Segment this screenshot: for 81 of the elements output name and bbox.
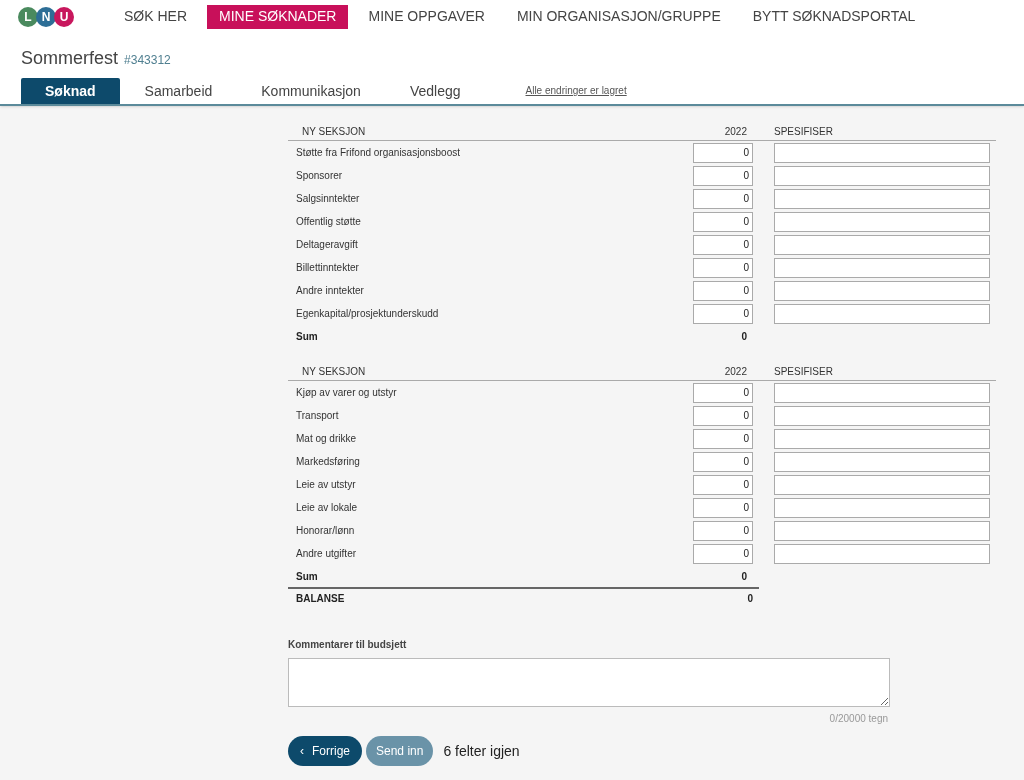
amount-field[interactable]: 0 xyxy=(693,497,753,518)
amount-field[interactable]: 0 xyxy=(693,451,753,472)
row-label: Støtte fra Frifond organisasjonsboost xyxy=(295,146,461,160)
specify-field[interactable] xyxy=(774,497,990,518)
nav-link[interactable]: SØK HER xyxy=(112,4,199,29)
tab[interactable]: Kommunikasjon xyxy=(237,78,385,104)
application-title: Sommerfest xyxy=(21,47,119,70)
sum-value: 0 xyxy=(740,569,748,584)
amount-field[interactable]: 0 xyxy=(693,257,753,278)
row-label: Egenkapital/prosjektunderskudd xyxy=(295,307,440,321)
nav-link[interactable]: MINE OPPGAVER xyxy=(356,4,497,29)
row-label: Deltageravgift xyxy=(295,238,359,252)
specify-field[interactable] xyxy=(774,280,990,301)
amount-field[interactable]: 0 xyxy=(693,520,753,541)
row-label: Markedsføring xyxy=(295,455,361,469)
back-button[interactable]: ‹ Forrige xyxy=(288,736,362,766)
row-label: Honorar/lønn xyxy=(295,524,356,538)
tab[interactable]: Samarbeid xyxy=(120,78,237,104)
balance-label: BALANSE xyxy=(296,591,345,606)
comment-field[interactable] xyxy=(288,658,890,707)
column-header: SPESIFISER xyxy=(774,365,833,379)
amount-field[interactable]: 0 xyxy=(693,303,753,324)
tab[interactable]: Søknad xyxy=(21,78,120,104)
specify-field[interactable] xyxy=(774,543,990,564)
amount-field[interactable]: 0 xyxy=(693,405,753,426)
save-status-link[interactable]: Alle endringer er lagret xyxy=(525,83,627,98)
amount-field[interactable]: 0 xyxy=(693,382,753,403)
column-header: NY SEKSJON xyxy=(301,125,367,139)
character-counter: 0/20000 tegn xyxy=(828,712,888,726)
logo-letter[interactable]: N xyxy=(36,6,56,27)
amount-field[interactable]: 0 xyxy=(693,142,753,163)
logo-letter[interactable]: L xyxy=(18,6,38,27)
sum-label: Sum xyxy=(295,569,319,584)
specify-field[interactable] xyxy=(774,520,990,541)
tab[interactable]: Vedlegg xyxy=(385,78,485,104)
specify-field[interactable] xyxy=(774,257,990,278)
amount-field[interactable]: 0 xyxy=(693,543,753,564)
specify-field[interactable] xyxy=(774,234,990,255)
specify-field[interactable] xyxy=(774,474,990,495)
column-header: 2022 xyxy=(723,365,748,379)
specify-field[interactable] xyxy=(774,405,990,426)
nav-link[interactable]: MINE SØKNADER xyxy=(207,4,349,29)
row-label: Kjøp av varer og utstyr xyxy=(295,386,398,400)
amount-field[interactable]: 0 xyxy=(693,428,753,449)
row-label: Offentlig støtte xyxy=(295,215,362,229)
amount-field[interactable]: 0 xyxy=(693,474,753,495)
row-label: Andre inntekter xyxy=(295,284,365,298)
amount-field[interactable]: 0 xyxy=(693,188,753,209)
specify-field[interactable] xyxy=(774,211,990,232)
amount-field[interactable]: 0 xyxy=(693,280,753,301)
specify-field[interactable] xyxy=(774,428,990,449)
row-label: Leie av lokale xyxy=(295,501,359,515)
row-label: Andre utgifter xyxy=(295,547,358,561)
comment-label: Kommentarer til budsjett xyxy=(288,638,408,652)
row-label: Mat og drikke xyxy=(295,432,358,446)
column-header: SPESIFISER xyxy=(774,125,833,139)
row-label: Sponsorer xyxy=(295,169,344,183)
amount-field[interactable]: 0 xyxy=(693,165,753,186)
chevron-left-icon: ‹ xyxy=(300,742,304,760)
specify-field[interactable] xyxy=(774,382,990,403)
specify-field[interactable] xyxy=(774,188,990,209)
nav-link[interactable]: BYTT SØKNADSPORTAL xyxy=(740,4,928,29)
row-label: Billettinntekter xyxy=(295,261,360,275)
nav-link[interactable]: MIN ORGANISASJON/GRUPPE xyxy=(504,4,733,29)
logo-letter[interactable]: U xyxy=(54,6,74,27)
specify-field[interactable] xyxy=(774,451,990,472)
column-header: NY SEKSJON xyxy=(301,365,367,379)
row-label: Leie av utstyr xyxy=(295,478,357,492)
column-header: 2022 xyxy=(723,125,748,139)
remaining-fields-text: 6 felter igjen xyxy=(443,741,520,761)
specify-field[interactable] xyxy=(774,303,990,324)
balance-value: 0 xyxy=(747,591,753,606)
specify-field[interactable] xyxy=(774,142,990,163)
amount-field[interactable]: 0 xyxy=(693,234,753,255)
application-number: #343312 xyxy=(124,52,171,69)
sum-label: Sum xyxy=(295,329,319,344)
row-label: Salgsinntekter xyxy=(295,192,361,206)
amount-field[interactable]: 0 xyxy=(693,211,753,232)
row-label: Transport xyxy=(295,409,340,423)
specify-field[interactable] xyxy=(774,165,990,186)
sum-value: 0 xyxy=(740,329,748,344)
